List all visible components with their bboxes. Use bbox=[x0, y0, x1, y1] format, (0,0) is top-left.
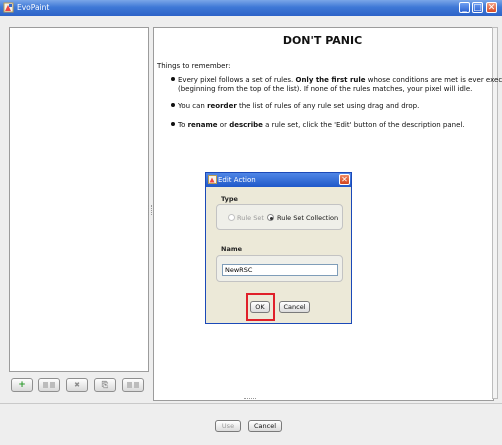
use-button[interactable]: Use bbox=[215, 420, 241, 432]
tip-first-rule: Every pixel follows a set of rules. Only… bbox=[171, 76, 502, 94]
copy-button[interactable]: ⎘ bbox=[94, 378, 116, 392]
radio-rule-set-collection-label: Rule Set Collection bbox=[277, 214, 339, 222]
export-button[interactable] bbox=[122, 378, 144, 392]
app-icon bbox=[3, 2, 14, 13]
radio-rule-set-label: Rule Set bbox=[237, 214, 264, 222]
edit-action-dialog: Edit Action ✕ Type Rule Set Rule Set Col… bbox=[205, 172, 352, 324]
dialog-close-button[interactable]: ✕ bbox=[339, 174, 350, 185]
dialog-titlebar: Edit Action ✕ bbox=[206, 173, 351, 187]
panel-heading: DON'T PANIC bbox=[282, 34, 363, 47]
radio-rule-set[interactable] bbox=[228, 214, 235, 221]
duplicate-icon bbox=[43, 382, 48, 388]
bottom-resize-grip[interactable] bbox=[244, 398, 256, 399]
add-icon: + bbox=[18, 380, 26, 390]
maximize-button[interactable]: □ bbox=[472, 2, 483, 13]
footer-divider bbox=[0, 403, 502, 404]
delete-icon: ✖ bbox=[74, 381, 80, 389]
delete-button[interactable]: ✖ bbox=[66, 378, 88, 392]
type-label: Type bbox=[221, 195, 238, 203]
bullet-dot bbox=[171, 122, 175, 126]
tip-rename: To rename or describe a rule set, click … bbox=[171, 121, 465, 130]
duplicate-button[interactable] bbox=[38, 378, 60, 392]
name-input[interactable] bbox=[222, 264, 338, 276]
dialog-title: Edit Action bbox=[218, 176, 256, 184]
copy-icon: ⎘ bbox=[101, 380, 109, 389]
app-icon bbox=[208, 175, 217, 184]
name-label: Name bbox=[221, 245, 243, 253]
dialog-cancel-button[interactable]: Cancel bbox=[279, 301, 310, 313]
bullet-dot bbox=[171, 103, 175, 107]
export-icon bbox=[127, 382, 132, 388]
add-button[interactable]: + bbox=[11, 378, 33, 392]
ok-button-highlight bbox=[246, 293, 275, 321]
tip-reorder: You can reorder the list of rules of any… bbox=[171, 102, 419, 111]
window-title: EvoPaint bbox=[17, 3, 50, 12]
bullet-dot bbox=[171, 77, 175, 81]
rule-set-list[interactable] bbox=[9, 27, 149, 372]
close-window-button[interactable]: ✕ bbox=[486, 2, 497, 13]
split-pane-divider[interactable] bbox=[148, 205, 152, 215]
radio-rule-set-collection[interactable] bbox=[267, 214, 274, 221]
intro-text: Things to remember: bbox=[157, 62, 231, 70]
footer-cancel-button[interactable]: Cancel bbox=[248, 420, 282, 432]
minimize-button[interactable]: _ bbox=[459, 2, 470, 13]
window-titlebar: EvoPaint _ □ ✕ bbox=[0, 0, 502, 16]
